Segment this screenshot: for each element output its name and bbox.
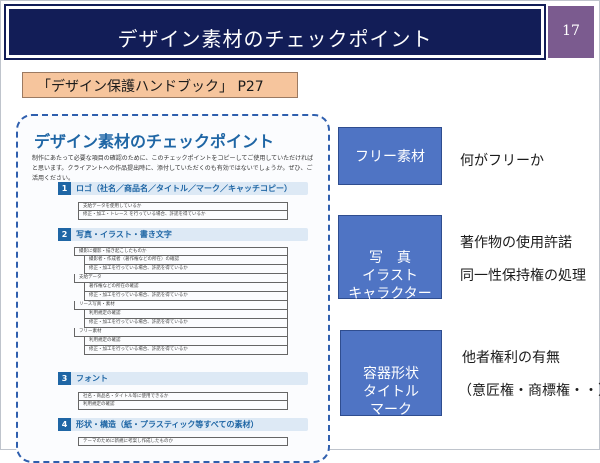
section-label: フォント <box>76 374 108 383</box>
checklist-row: リース写真・素材 <box>74 301 288 310</box>
box-note: 何がフリーか <box>460 153 544 169</box>
section-number: 1 <box>58 182 71 195</box>
section-number: 2 <box>58 228 71 241</box>
reference-label: 「デザイン保護ハンドブック」 P27 <box>37 79 264 95</box>
checklist-row: 著作権などの所在の確認 <box>84 283 288 292</box>
box-note: 同一性保持権の処理 <box>460 268 586 284</box>
checklist-row: 利用規定の確認 <box>84 310 288 319</box>
checklist-row: 修正・加工・トレース を行っている場合、許諾を得ているか <box>78 211 288 220</box>
section-number: 3 <box>58 372 71 385</box>
section-label: 形状・構造（紙・プラスティック等すべての素材） <box>76 420 259 429</box>
section-heading: 2 写真・イラスト・書き文字 <box>58 228 308 241</box>
page-number-box: 17 <box>548 6 594 58</box>
section-number: 4 <box>58 418 71 431</box>
checklist-row: 利用規定の確認 <box>78 401 288 410</box>
checklist-row: 修正・加工を行っている場合、許諾を得ているか <box>84 319 288 328</box>
box-note: （意匠権・商標権・・） <box>458 383 600 399</box>
checklist-row: 修正・加工を行っている場合、許諾を得ているか <box>84 292 288 301</box>
checklist-row: 社名・商品名・タイトル等に使用できるか <box>78 392 288 401</box>
shape-title-mark-box: 容器形状 タイトル マーク <box>340 330 442 418</box>
box-label: フリー素材 <box>355 149 425 165</box>
checklist-row: 撮影者・作成者（著作権などの所在）の確認 <box>84 256 288 265</box>
document-intro: 制作にあたって必要な項目の確認のために、このチェックポイントをコピーしてご使用し… <box>32 155 314 182</box>
box-note: 他者権利の有無 <box>462 350 560 366</box>
checklist-row: 修正・加工を行っている場合、許諾を得ているか <box>84 346 288 355</box>
box-label: 写 真 イラスト キャラクター <box>348 250 432 302</box>
checklist-row: 支給データを使用しているか <box>78 202 288 211</box>
checklist-row: 撮影に撮影・描き起こしたものか <box>74 247 288 256</box>
section-heading: 1 ロゴ（社名／商品名／タイトル／マーク／キャッチコピー） <box>58 182 308 195</box>
box-note: 著作物の使用許諾 <box>460 235 572 251</box>
checklist-row: テーマのために新規に考案し作成したものか <box>78 437 288 446</box>
section-label: 写真・イラスト・書き文字 <box>76 230 172 239</box>
section-label: ロゴ（社名／商品名／タイトル／マーク／キャッチコピー） <box>76 184 292 193</box>
slide-title: デザイン素材のチェックポイント <box>117 27 433 51</box>
checklist-document: デザイン素材のチェックポイント 制作にあたって必要な項目の確認のために、このチェ… <box>16 114 330 463</box>
checklist-row: 利用規定の確認 <box>84 337 288 346</box>
box-label: 容器形状 タイトル マーク <box>363 366 419 418</box>
checklist-row: 支給データ <box>74 274 288 283</box>
page-number: 17 <box>562 23 580 39</box>
document-title: デザイン素材のチェックポイント <box>34 132 275 151</box>
reference-label-box: 「デザイン保護ハンドブック」 P27 <box>22 72 298 98</box>
free-material-box: フリー素材 <box>338 127 442 185</box>
section-heading: 3 フォント <box>58 372 308 385</box>
slide-title-bar: デザイン素材のチェックポイント <box>4 4 546 60</box>
photo-illustration-box: 写 真 イラスト キャラクター <box>338 215 442 302</box>
section-heading: 4 形状・構造（紙・プラスティック等すべての素材） <box>58 418 308 431</box>
checklist-row: 修正・加工を行っている場合、許諾を得ているか <box>84 265 288 274</box>
checklist-row: フリー素材 <box>74 328 288 337</box>
